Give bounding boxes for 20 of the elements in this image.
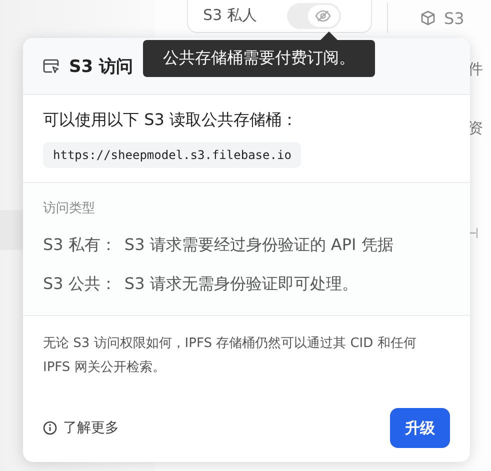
access-toggle[interactable]: S3 私人	[187, 0, 372, 32]
browser-cursor-icon	[43, 58, 59, 74]
note-text: 无论 S3 访问权限如何，IPFS 存储桶仍然可以通过其 CID 和任何 IPFS 网关公开检索。	[43, 335, 418, 377]
side-label: 资	[468, 119, 484, 138]
access-type-description: S3 请求需要经过身份验证的 API 凭据	[124, 235, 394, 256]
toggle-switch[interactable]	[286, 2, 341, 28]
cube-icon	[420, 10, 436, 26]
side-label: 件	[468, 60, 484, 79]
intro-text: 可以使用以下 S3 读取公共存储桶：	[43, 110, 299, 131]
endpoint-url: https://sheepmodel.s3.filebase.io	[43, 142, 302, 168]
tooltip-text: 公共存储桶需要付费订阅。	[163, 48, 355, 69]
access-type-name: S3 公共：	[43, 274, 116, 295]
info-icon	[43, 421, 57, 435]
access-type-description: S3 请求无需身份验证即可处理。	[124, 274, 358, 295]
section-heading: 访问类型	[43, 200, 96, 217]
learn-more-link[interactable]: 了解更多	[43, 419, 119, 437]
eye-slash-icon	[315, 10, 332, 22]
access-type-name: S3 私有：	[43, 235, 116, 256]
popover-title: S3 访问	[69, 56, 133, 78]
upgrade-button[interactable]: 升级	[390, 408, 450, 448]
